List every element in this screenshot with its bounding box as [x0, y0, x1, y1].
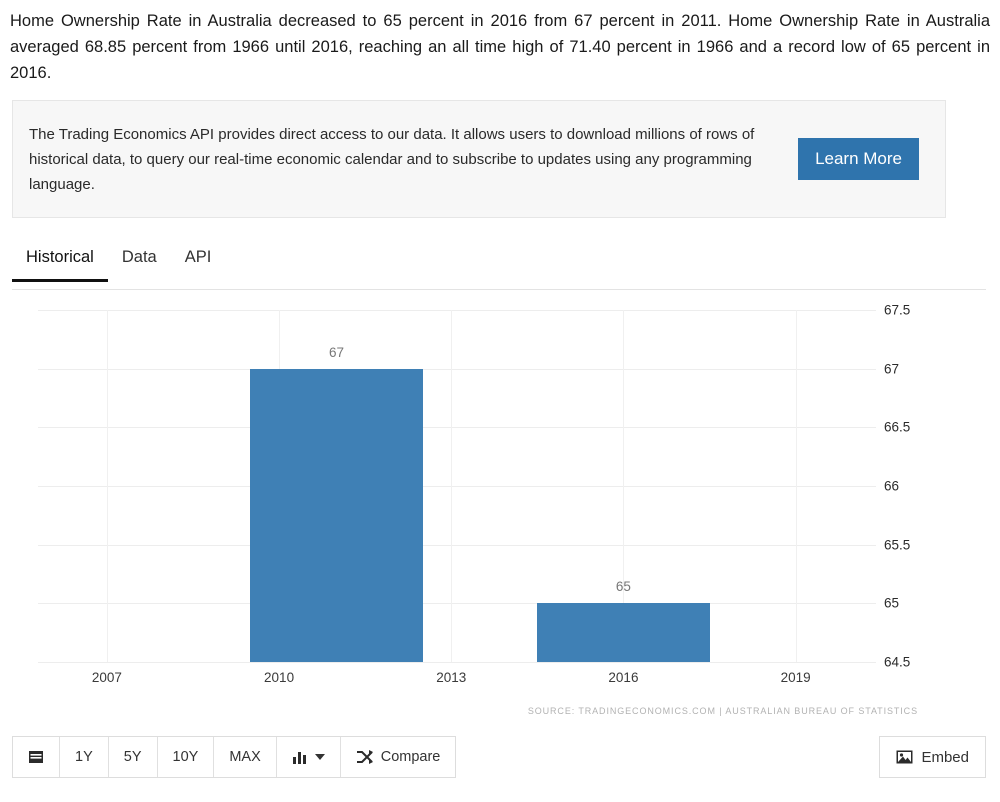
bar-value-label: 67 [328, 344, 344, 360]
gridline-horizontal [38, 368, 876, 370]
gridline-horizontal [38, 486, 876, 487]
gridline-horizontal [38, 427, 876, 429]
learn-more-button[interactable]: Learn More [798, 138, 919, 180]
page-root: Home Ownership Rate in Australia decreas… [0, 0, 1000, 802]
gridline-vertical [451, 310, 453, 662]
compare-button[interactable]: Compare [340, 737, 456, 777]
range-max-button[interactable]: MAX [214, 737, 277, 777]
x-axis-tick-label: 2019 [780, 670, 811, 685]
chart-bar[interactable] [250, 368, 423, 662]
x-axis-tick-label: 2013 [436, 670, 467, 685]
range-5y-button[interactable]: 5Y [108, 737, 158, 777]
bar-chart-icon [292, 750, 308, 765]
api-promo-text: The Trading Economics API provides direc… [29, 125, 755, 193]
chart-toolbar: 1Y 5Y 10Y MAX Compare Embed [12, 736, 986, 778]
y-axis-tick-label: 65.5 [884, 537, 911, 553]
embed-button[interactable]: Embed [879, 736, 986, 778]
tab-api[interactable]: API [171, 246, 226, 281]
gridline-vertical [106, 310, 108, 662]
x-axis-tick-label: 2007 [91, 670, 122, 685]
chevron-down-icon [314, 754, 325, 760]
range-10y-button[interactable]: 10Y [157, 737, 215, 777]
chart-type-dropdown[interactable] [276, 737, 341, 777]
chart-bar[interactable] [537, 603, 710, 662]
gridline-horizontal [38, 603, 876, 605]
image-icon [896, 750, 913, 764]
tab-historical[interactable]: Historical [12, 246, 108, 282]
y-axis-tick-label: 66.5 [884, 419, 911, 435]
gridline-horizontal [38, 544, 876, 546]
embed-label: Embed [921, 748, 969, 766]
api-promo-card: The Trading Economics API provides direc… [12, 100, 946, 218]
x-axis-tick-label: 2010 [264, 670, 295, 685]
range-1y-button[interactable]: 1Y [60, 737, 109, 777]
compare-label: Compare [380, 749, 441, 765]
gridline-horizontal [38, 662, 876, 663]
bar-value-label: 65 [615, 579, 631, 595]
calendar-button[interactable] [13, 737, 60, 777]
chart-tabs: Historical Data API [12, 246, 986, 290]
chart-source-attribution: SOURCE: TRADINGECONOMICS.COM | AUSTRALIA… [527, 706, 918, 716]
y-axis-tick-label: 67 [884, 361, 900, 377]
page-description: Home Ownership Rate in Australia decreas… [10, 12, 990, 82]
x-axis-tick-label: 2016 [608, 670, 639, 685]
calendar-icon [28, 749, 44, 765]
gridline-vertical [795, 310, 797, 662]
y-axis-tick-label: 66 [884, 478, 900, 494]
shuffle-icon [356, 749, 374, 765]
toolbar-button-group: 1Y 5Y 10Y MAX Compare [12, 736, 457, 778]
chart-plot-area[interactable]: 67 65 [38, 310, 876, 663]
gridline-horizontal [38, 310, 876, 311]
y-axis-tick-label: 67.5 [884, 302, 911, 318]
tab-data[interactable]: Data [108, 246, 171, 281]
chart-container: 67 65 67.5 67 66.5 66 65.5 65 64.5 2007 2010 2013… [12, 300, 986, 725]
y-axis-tick-label: 65 [884, 595, 900, 611]
y-axis-tick-label: 64.5 [884, 654, 911, 670]
